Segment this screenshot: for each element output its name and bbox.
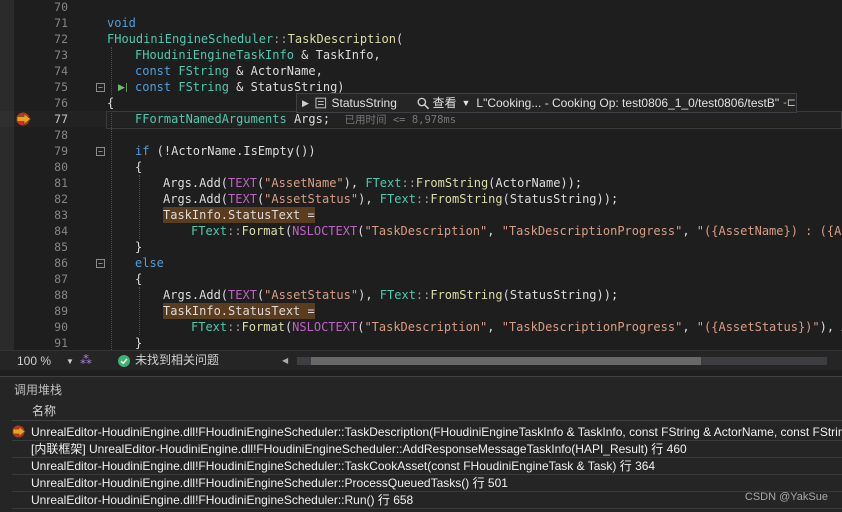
chevron-down-icon[interactable]: ▼ (461, 94, 470, 112)
code-line-82[interactable]: Args.Add(TEXT("AssetStatus"), FText::Fro… (163, 191, 618, 207)
variable-icon (315, 97, 327, 109)
stack-frame-row[interactable]: UnrealEditor-HoudiniEngine.dll!FHoudiniE… (12, 458, 842, 475)
code-line-91[interactable]: } (135, 335, 142, 350)
code-line-76[interactable]: { (107, 95, 114, 111)
expand-icon[interactable]: ▶ (302, 94, 309, 112)
check-circle-icon (118, 355, 130, 367)
code-line-71[interactable]: void (107, 15, 136, 31)
call-stack-panel: 调用堆栈 名称 UnrealEditor-HoudiniEngine.dll!F… (0, 376, 842, 512)
line-number: 81 (54, 176, 68, 190)
view-dropdown-button[interactable]: 查看 (432, 94, 456, 112)
code-line-85[interactable]: } (135, 239, 142, 255)
column-header-name[interactable]: 名称 (12, 401, 842, 421)
scrollbar-thumb[interactable] (311, 357, 701, 365)
line-number: 78 (54, 128, 68, 142)
line-number: 79 (54, 144, 68, 158)
pin-icon[interactable]: -⊏ (783, 94, 796, 112)
code-line-89[interactable]: TaskInfo.StatusText = (163, 303, 315, 319)
code-line-86[interactable]: else (135, 255, 164, 271)
line-number: 76 (54, 96, 68, 110)
code-line-84[interactable]: FText::Format(NSLOCTEXT("TaskDescription… (191, 223, 842, 239)
stack-frame-text: UnrealEditor-HoudiniEngine.dll!FHoudiniE… (31, 459, 656, 473)
line-number: 71 (54, 16, 68, 30)
stack-frame-text: UnrealEditor-HoudiniEngine.dll!FHoudiniE… (31, 425, 842, 439)
line-number: 88 (54, 288, 68, 302)
panel-title: 调用堆栈 (14, 383, 63, 397)
stack-frame-row[interactable]: [内联框架] UnrealEditor-HoudiniEngine.dll!FH… (12, 441, 842, 458)
line-number: 74 (54, 64, 68, 78)
copilot-icon[interactable]: ⁂ (80, 351, 92, 370)
line-number: 91 (54, 336, 68, 350)
datatip-value[interactable]: L"Cooking... - Cooking Op: test0806_1_0/… (476, 94, 779, 112)
line-number: 80 (54, 160, 68, 174)
stack-frame-text: UnrealEditor-HoudiniEngine.dll!FHoudiniE… (31, 476, 508, 490)
scroll-left-icon[interactable]: ◀ (282, 351, 288, 370)
fold-toggle-icon[interactable]: − (96, 83, 105, 92)
code-line-73[interactable]: FHoudiniEngineTaskInfo & TaskInfo, (135, 47, 381, 63)
line-number: 75 (54, 80, 68, 94)
line-number: 72 (54, 32, 68, 46)
code-line-72[interactable]: FHoudiniEngineScheduler::TaskDescription… (107, 31, 403, 47)
magnifier-icon[interactable] (417, 97, 430, 110)
indent-guide (139, 175, 140, 239)
indent-guide (111, 47, 112, 95)
line-number: 89 (54, 304, 68, 318)
stack-frame-row[interactable]: UnrealEditor-HoudiniEngine.dll!FHoudiniE… (12, 475, 842, 492)
horizontal-scrollbar[interactable] (297, 357, 827, 365)
indent-guide (139, 287, 140, 335)
fold-toggle-icon[interactable]: − (96, 259, 105, 268)
code-line-74[interactable]: const FString & ActorName, (135, 63, 323, 79)
line-number: 87 (54, 272, 68, 286)
stack-frame-text: [内联框架] UnrealEditor-HoudiniEngine.dll!FH… (31, 442, 687, 456)
line-number: 73 (54, 48, 68, 62)
line-number: 90 (54, 320, 68, 334)
line-number: 85 (54, 240, 68, 254)
watermark: CSDN @YakSue (744, 491, 828, 503)
code-line-88[interactable]: Args.Add(TEXT("AssetStatus"), FText::Fro… (163, 287, 618, 303)
breakpoint-arrow-icon[interactable] (16, 112, 32, 126)
run-to-click-icon[interactable]: ▶| (118, 82, 128, 94)
current-line-highlight (106, 111, 842, 129)
stack-frame-row[interactable]: UnrealEditor-HoudiniEngine.dll!FHoudiniE… (12, 492, 842, 509)
line-number: 77 (54, 112, 68, 126)
code-line-87[interactable]: { (135, 271, 142, 287)
code-line-81[interactable]: Args.Add(TEXT("AssetName"), FText::FromS… (163, 175, 582, 191)
zoom-level: 100 % (17, 354, 52, 368)
stack-frame-row[interactable]: UnrealEditor-HoudiniEngine.dll!FHoudiniE… (12, 424, 842, 441)
code-line-90[interactable]: FText::Format(NSLOCTEXT("TaskDescription… (191, 319, 842, 335)
stack-frame-text: UnrealEditor-HoudiniEngine.dll!FHoudiniE… (31, 493, 414, 507)
indent-guide (111, 111, 112, 350)
editor-footer: 100 % ▼ ⁂ 未找到相关问题 ◀ (0, 350, 842, 370)
line-number: 83 (54, 208, 68, 222)
line-number: 82 (54, 192, 68, 206)
code-line-83[interactable]: TaskInfo.StatusText = (163, 207, 315, 223)
chevron-down-icon[interactable]: ▼ (66, 352, 74, 371)
line-number: 84 (54, 224, 68, 238)
issues-status[interactable]: 未找到相关问题 (135, 351, 219, 370)
fold-toggle-icon[interactable]: − (96, 147, 105, 156)
datatip-variable-name: StatusString (331, 96, 397, 110)
current-frame-arrow-icon (12, 425, 26, 438)
code-line-79[interactable]: if (!ActorName.IsEmpty()) (135, 143, 316, 159)
code-editor[interactable]: 70 71 void 72 FHoudiniEngineScheduler::T… (0, 0, 842, 350)
datatip-popup[interactable]: ▶ StatusString 查看 ▼ L"Cooking... - Cooki… (296, 93, 797, 113)
line-number: 86 (54, 256, 68, 270)
line-number: 70 (54, 0, 68, 14)
code-line-80[interactable]: { (135, 159, 142, 175)
zoom-dropdown[interactable]: 100 % ▼ (14, 352, 76, 369)
